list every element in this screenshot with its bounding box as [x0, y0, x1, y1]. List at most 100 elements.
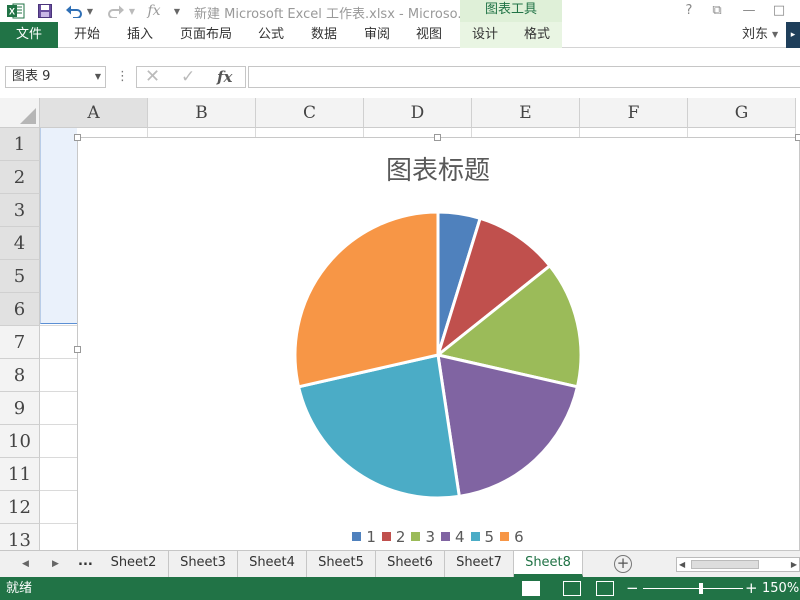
minimize-button[interactable]: — — [740, 2, 758, 20]
row-header[interactable]: 8 — [0, 359, 40, 392]
row-header[interactable]: 12 — [0, 491, 40, 524]
row-header[interactable]: 1 — [0, 128, 40, 161]
legend-item[interactable]: 4 — [441, 528, 465, 546]
column-header[interactable]: F — [580, 98, 688, 128]
zoom-level[interactable]: 150% — [762, 577, 799, 600]
page-break-preview-icon[interactable] — [596, 581, 614, 596]
tab-design[interactable]: 设计 — [472, 22, 498, 48]
ribbon-display-options-button[interactable]: ⧉ — [708, 2, 726, 20]
ribbon-expand-icon[interactable]: ▸ — [786, 22, 800, 48]
column-header[interactable]: C — [256, 98, 364, 128]
legend-item[interactable]: 2 — [381, 528, 405, 546]
sheet-tab[interactable]: Sheet2 — [99, 551, 169, 577]
insert-function-icon[interactable]: fx — [217, 67, 232, 87]
scroll-left-icon[interactable]: ◀ — [679, 558, 685, 572]
redo-dropdown-icon[interactable]: ▼ — [128, 2, 136, 20]
legend-swatch — [441, 532, 450, 541]
tab-page-layout[interactable]: 页面布局 — [180, 22, 232, 48]
horizontal-scrollbar[interactable]: ◀ ▶ — [676, 557, 800, 572]
sheet-nav-prev-icon[interactable]: ◀ — [22, 551, 29, 577]
cell-selection — [40, 128, 77, 324]
title-bar: X ▼ ▼ fx ▼ 新建 Microsoft Excel 工作表.xlsx -… — [0, 0, 800, 22]
legend-label: 3 — [425, 528, 435, 546]
sheet-tab[interactable]: Sheet6 — [376, 551, 445, 577]
normal-view-icon[interactable] — [522, 581, 540, 596]
status-text: 就绪 — [6, 581, 33, 596]
sheet-tab[interactable]: Sheet7 — [445, 551, 514, 577]
legend-label: 1 — [366, 528, 376, 546]
row-header[interactable]: 6 — [0, 293, 40, 326]
pie-slice-6[interactable] — [293, 210, 440, 389]
legend-label: 5 — [484, 528, 495, 546]
row-header[interactable]: 11 — [0, 458, 40, 491]
maximize-button[interactable]: □ — [770, 2, 788, 20]
sheet-tab[interactable]: Sheet5 — [307, 551, 376, 577]
zoom-in-button[interactable]: + — [745, 577, 758, 599]
zoom-out-button[interactable]: − — [626, 577, 639, 599]
save-icon[interactable] — [36, 2, 54, 20]
sheet-nav-next-icon[interactable]: ▶ — [52, 551, 59, 577]
column-header[interactable]: B — [148, 98, 256, 128]
tab-data[interactable]: 数据 — [311, 22, 337, 48]
row-header[interactable]: 3 — [0, 194, 40, 227]
pie-plot-area[interactable] — [78, 138, 798, 558]
name-box[interactable]: 图表 9 ▼ — [5, 66, 106, 88]
tab-review[interactable]: 审阅 — [364, 22, 390, 48]
scroll-thumb[interactable] — [691, 560, 759, 569]
help-button[interactable]: ? — [680, 2, 698, 20]
tab-file[interactable]: 文件 — [0, 22, 58, 48]
zoom-slider[interactable] — [643, 583, 743, 594]
legend-item[interactable]: 3 — [411, 528, 435, 546]
legend-swatch — [381, 532, 391, 541]
column-header[interactable]: A — [40, 98, 148, 128]
redo-icon[interactable] — [106, 2, 126, 20]
excel-logo-icon[interactable]: X — [6, 2, 26, 20]
status-bar: 就绪 − + 150% — [0, 577, 800, 600]
zoom-slider-thumb[interactable] — [699, 583, 704, 594]
sheet-nav-more[interactable]: ... — [78, 551, 93, 573]
row-header[interactable]: 2 — [0, 161, 40, 194]
tab-formulas[interactable]: 公式 — [258, 22, 284, 48]
row-header[interactable]: 5 — [0, 260, 40, 293]
select-all-triangle-icon — [20, 108, 36, 124]
name-box-dropdown-icon[interactable]: ▼ — [95, 67, 101, 87]
row-header[interactable]: 13 — [0, 524, 40, 550]
customize-quick-access-icon[interactable]: ▼ — [172, 2, 182, 20]
column-header[interactable]: G — [688, 98, 796, 128]
quick-access-fx-icon[interactable]: fx — [146, 2, 162, 20]
undo-dropdown-icon[interactable]: ▼ — [86, 2, 94, 20]
chart-legend[interactable]: 1 2 3 4 5 6 — [78, 528, 798, 552]
sheet-tab[interactable]: Sheet8 — [514, 551, 583, 577]
tab-format[interactable]: 格式 — [524, 22, 550, 48]
legend-item[interactable]: 6 — [500, 528, 524, 546]
undo-icon[interactable] — [64, 2, 84, 20]
chart-tools-context-label: 图表工具 — [460, 0, 562, 22]
row-header[interactable]: 9 — [0, 392, 40, 425]
legend-label: 4 — [455, 528, 465, 546]
page-layout-view-icon[interactable] — [563, 581, 581, 596]
row-header[interactable]: 10 — [0, 425, 40, 458]
tab-insert[interactable]: 插入 — [127, 22, 153, 48]
select-all-button[interactable] — [0, 98, 40, 128]
user-account-name[interactable]: 刘东 — [742, 22, 768, 48]
sheet-tab[interactable]: Sheet3 — [169, 551, 238, 577]
legend-swatch — [470, 532, 480, 541]
tab-view[interactable]: 视图 — [416, 22, 442, 48]
enter-icon[interactable]: ✓ — [181, 67, 195, 87]
scroll-right-icon[interactable]: ▶ — [791, 558, 797, 572]
formula-input[interactable] — [248, 66, 800, 88]
tab-home[interactable]: 开始 — [74, 22, 100, 48]
chart-object[interactable]: 图表标题 123456 — [74, 134, 800, 558]
add-sheet-button[interactable]: + — [614, 555, 632, 573]
formula-bar-grip-icon[interactable]: ⋮ — [116, 66, 129, 88]
column-header[interactable]: E — [472, 98, 580, 128]
legend-item[interactable]: 1 — [352, 528, 376, 546]
column-header[interactable]: D — [364, 98, 472, 128]
user-dropdown-icon[interactable]: ▼ — [772, 30, 778, 39]
legend-item[interactable]: 5 — [470, 528, 495, 546]
row-header[interactable]: 7 — [0, 326, 40, 359]
formula-bar-buttons: ✕ ✓ fx — [136, 66, 246, 88]
sheet-tab[interactable]: Sheet4 — [238, 551, 307, 577]
cancel-icon[interactable]: ✕ — [145, 67, 160, 87]
row-header[interactable]: 4 — [0, 227, 40, 260]
